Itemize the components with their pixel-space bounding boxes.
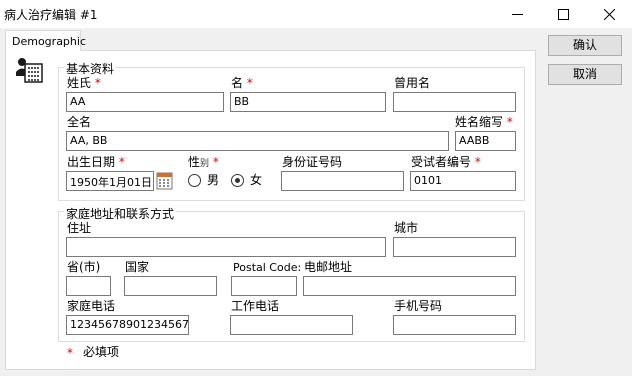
sex-female-radio[interactable] [231, 174, 244, 187]
province-input[interactable] [66, 276, 111, 296]
initials-label: 姓名缩写 * [455, 115, 513, 129]
cancel-button[interactable]: 取消 [548, 64, 622, 85]
basic-info-title: 基本资料 [64, 60, 117, 77]
title-bar: 病人治疗编辑 #1 [0, 0, 632, 28]
required-note: 必填项 [83, 345, 120, 359]
street-label: 住址 [67, 221, 92, 235]
id-number-label: 身份证号码 [282, 155, 343, 169]
home-phone-label: 家庭电话 [67, 299, 116, 313]
address-title: 家庭地址和联系方式 [64, 205, 177, 222]
street-input[interactable] [66, 237, 386, 257]
home-phone-input[interactable]: 12345678901234567890 [66, 315, 189, 335]
work-phone-label: 工作电话 [231, 299, 280, 313]
initials-input[interactable]: AABB [455, 131, 516, 151]
full-name-input[interactable]: AA, BB [66, 131, 449, 151]
mobile-input[interactable] [393, 315, 516, 335]
mobile-label: 手机号码 [394, 299, 443, 313]
former-name-input[interactable] [393, 92, 516, 112]
dob-label: 出生日期 * [67, 155, 125, 169]
dob-input[interactable]: 1950年1月01日 [66, 171, 154, 191]
postal-code-input[interactable] [231, 276, 297, 296]
subject-number-input[interactable]: 0101 [410, 171, 516, 191]
patient-card-icon [14, 56, 44, 86]
tab-demographic[interactable]: Demographic [5, 30, 86, 51]
maximize-icon [557, 8, 569, 20]
former-name-label: 曾用名 [394, 76, 431, 90]
last-name-label: 姓氏 * [67, 76, 101, 90]
sex-label: 性别 * [188, 155, 219, 169]
close-icon [603, 8, 615, 20]
country-label: 国家 [125, 260, 150, 274]
email-input[interactable] [303, 276, 516, 296]
maximize-button[interactable] [540, 0, 586, 28]
subject-number-label: 受试者编号 * [411, 155, 481, 169]
email-label: 电邮地址 [304, 260, 353, 274]
ok-button[interactable]: 确认 [548, 35, 622, 56]
sex-female-label: 女 [250, 173, 263, 187]
close-button[interactable] [586, 0, 632, 28]
province-label: 省(市) [67, 260, 101, 274]
minimize-button[interactable] [494, 0, 540, 28]
id-number-input[interactable] [281, 171, 404, 191]
postal-code-label: Postal Code: [233, 261, 302, 274]
sex-male-radio[interactable] [188, 174, 201, 187]
calendar-icon[interactable] [156, 171, 173, 190]
last-name-input[interactable]: AA [66, 92, 224, 112]
first-name-label: 名 * [231, 76, 253, 90]
minimize-icon [511, 13, 523, 15]
required-star: * [67, 346, 73, 360]
full-name-label: 全名 [67, 115, 92, 129]
country-input[interactable] [124, 276, 217, 296]
window-title: 病人治疗编辑 #1 [4, 8, 98, 22]
sex-male-label: 男 [207, 173, 220, 187]
first-name-input[interactable]: BB [230, 92, 386, 112]
city-input[interactable] [393, 237, 516, 257]
city-label: 城市 [394, 221, 419, 235]
work-phone-input[interactable] [230, 315, 353, 335]
